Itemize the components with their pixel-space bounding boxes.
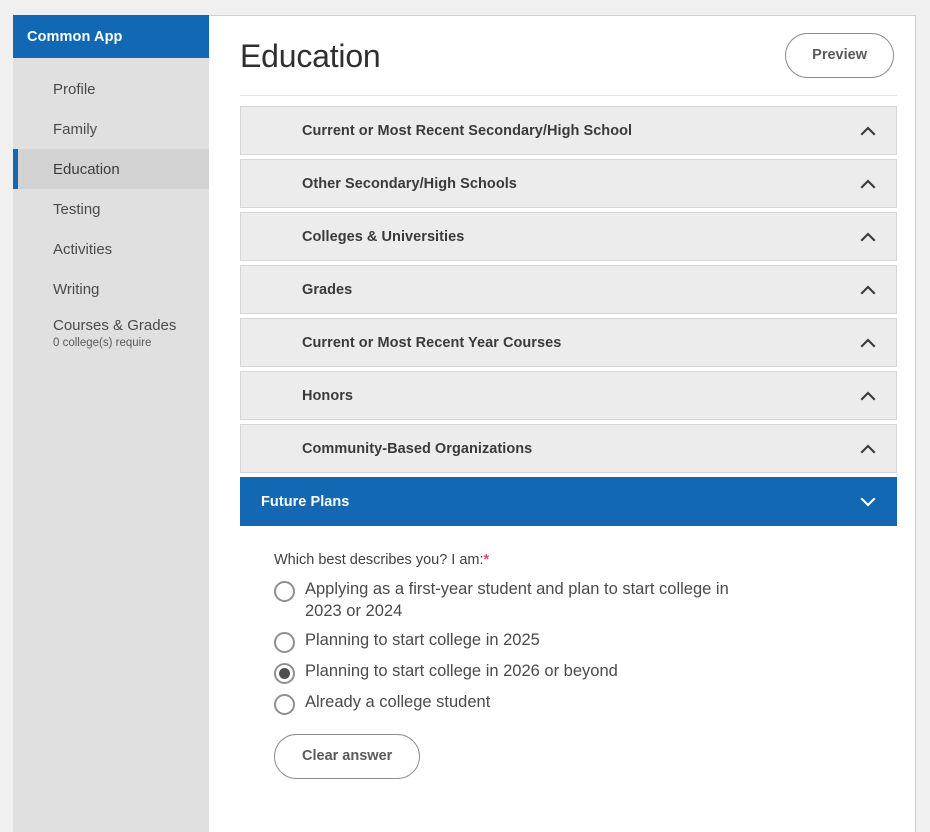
sidebar-item-courses-and-grades[interactable]: Courses & Grades 0 college(s) require <box>13 309 209 357</box>
sidebar-item-writing[interactable]: Writing <box>13 269 209 309</box>
chevron-up-icon[interactable] <box>858 280 878 300</box>
accordion-item-current-year-courses: Current or Most Recent Year Courses <box>240 318 897 367</box>
accordion-title: Grades <box>302 281 353 298</box>
sidebar-item-label: Family <box>53 120 98 138</box>
radio-option-start-2025[interactable]: Planning to start college in 2025 <box>274 629 897 653</box>
sidebar-item-label: Activities <box>53 240 113 258</box>
application-root: Common App Profile Family Education Test… <box>0 0 930 832</box>
required-asterisk: * <box>483 552 490 568</box>
radio-button[interactable] <box>274 581 295 602</box>
accordion-item-honors: Honors <box>240 371 897 420</box>
sidebar-item-sublabel: 0 college(s) require <box>53 337 152 349</box>
accordion-item-grades: Grades <box>240 265 897 314</box>
accordion-title: Current or Most Recent Year Courses <box>302 334 562 351</box>
accordion-title: Honors <box>302 387 354 404</box>
sidebar-item-label: Courses & Grades <box>53 317 177 334</box>
accordion-header[interactable]: Current or Most Recent Year Courses <box>240 318 897 367</box>
main-content: Education Preview Current or Most Recent… <box>209 15 916 832</box>
sidebar: Common App Profile Family Education Test… <box>13 15 235 832</box>
accordion-header[interactable]: Other Secondary/High Schools <box>240 159 897 208</box>
accordion-header[interactable]: Community-Based Organizations <box>240 424 897 473</box>
radio-label: Applying as a first-year student and pla… <box>305 580 729 620</box>
sidebar-item-activities[interactable]: Activities <box>13 229 209 269</box>
education-accordion: Current or Most Recent Secondary/High Sc… <box>240 96 897 779</box>
chevron-up-icon[interactable] <box>858 333 878 353</box>
accordion-item-future-plans: Future Plans Which best describes you? I… <box>240 477 897 779</box>
sidebar-item-profile[interactable]: Profile <box>13 69 209 109</box>
radio-label: Planning to start college in 2025 <box>305 631 540 649</box>
sidebar-item-label: Writing <box>53 280 100 298</box>
radio-option-already-college-student[interactable]: Already a college student <box>274 691 897 715</box>
accordion-title: Future Plans <box>261 493 350 510</box>
chevron-up-icon[interactable] <box>858 439 878 459</box>
sidebar-nav: Profile Family Education Testing Activit… <box>13 58 235 357</box>
radio-button[interactable] <box>274 632 295 653</box>
accordion-title: Other Secondary/High Schools <box>302 175 517 192</box>
sidebar-item-label: Education <box>53 160 120 178</box>
future-plans-panel: Which best describes you? I am:* Applyin… <box>240 526 897 779</box>
question-text: Which best describes you? I am: <box>274 552 484 568</box>
chevron-up-icon[interactable] <box>858 121 878 141</box>
accordion-header[interactable]: Honors <box>240 371 897 420</box>
sidebar-brand-label: Common App <box>27 28 123 45</box>
chevron-down-icon[interactable] <box>858 492 878 512</box>
accordion-header[interactable]: Grades <box>240 265 897 314</box>
future-plans-question: Which best describes you? I am:* <box>274 552 897 568</box>
sidebar-item-label: Testing <box>53 200 101 218</box>
radio-label: Already a college student <box>305 693 491 711</box>
radio-option-start-2026-or-beyond[interactable]: Planning to start college in 2026 or bey… <box>274 660 897 684</box>
accordion-item-current-secondary-school: Current or Most Recent Secondary/High Sc… <box>240 106 897 155</box>
page-title: Education <box>240 37 381 74</box>
accordion-item-community-based-organizations: Community-Based Organizations <box>240 424 897 473</box>
preview-button[interactable]: Preview <box>785 33 894 78</box>
radio-button-selected[interactable] <box>274 663 295 684</box>
accordion-title: Community-Based Organizations <box>302 440 533 457</box>
radio-button[interactable] <box>274 694 295 715</box>
accordion-header[interactable]: Future Plans <box>240 477 897 526</box>
sidebar-item-education[interactable]: Education <box>13 149 235 189</box>
chevron-up-icon[interactable] <box>858 227 878 247</box>
accordion-header[interactable]: Current or Most Recent Secondary/High Sc… <box>240 106 897 155</box>
sidebar-item-family[interactable]: Family <box>13 109 209 149</box>
sidebar-item-testing[interactable]: Testing <box>13 189 209 229</box>
chevron-up-icon[interactable] <box>858 386 878 406</box>
sidebar-brand: Common App <box>13 15 209 58</box>
radio-option-first-year-2023-2024[interactable]: Applying as a first-year student and pla… <box>274 578 897 622</box>
accordion-title: Colleges & Universities <box>302 228 465 245</box>
accordion-title: Current or Most Recent Secondary/High Sc… <box>302 122 633 139</box>
accordion-item-colleges-universities: Colleges & Universities <box>240 212 897 261</box>
clear-answer-button[interactable]: Clear answer <box>274 734 421 779</box>
chevron-up-icon[interactable] <box>858 174 878 194</box>
sidebar-item-label: Profile <box>53 80 96 98</box>
page-header: Education Preview <box>240 16 897 96</box>
accordion-item-other-secondary-schools: Other Secondary/High Schools <box>240 159 897 208</box>
accordion-header[interactable]: Colleges & Universities <box>240 212 897 261</box>
radio-label: Planning to start college in 2026 or bey… <box>305 662 618 680</box>
